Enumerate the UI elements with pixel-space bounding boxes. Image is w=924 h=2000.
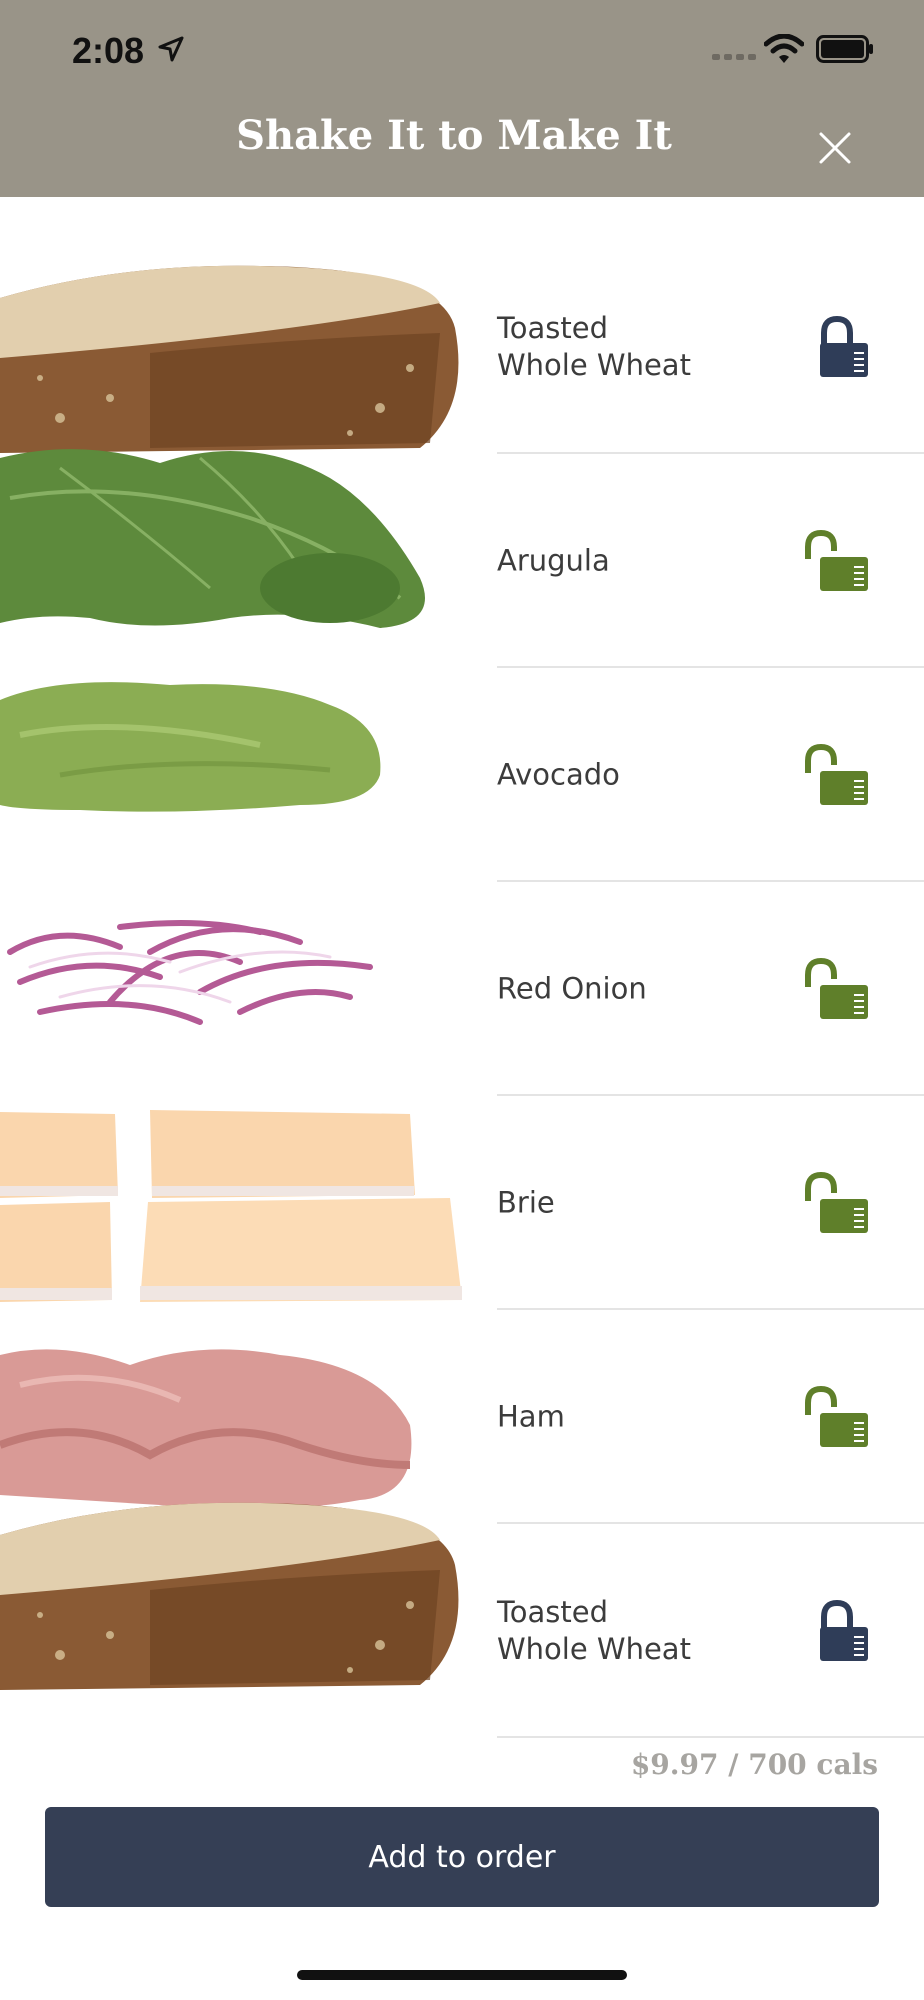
location-arrow-icon (158, 36, 184, 62)
ingredient-label: Brie (497, 1185, 555, 1220)
ingredient-label: Toasted Whole Wheat (497, 311, 691, 382)
ingredient-label: Arugula (497, 543, 610, 578)
unlocked-lock-icon[interactable] (800, 529, 874, 593)
home-indicator[interactable] (297, 1970, 627, 1980)
page-title: Shake It to Make It (236, 112, 672, 159)
status-time: 2:08 (72, 30, 145, 71)
unlocked-lock-icon[interactable] (800, 1171, 874, 1235)
row-divider (497, 1736, 924, 1738)
unlocked-lock-icon[interactable] (800, 957, 874, 1021)
unlocked-lock-icon[interactable] (800, 1385, 874, 1449)
ingredient-label: Ham (497, 1399, 565, 1434)
add-to-order-button[interactable]: Add to order (45, 1807, 879, 1907)
unlocked-lock-icon[interactable] (800, 743, 874, 807)
ingredient-label: Avocado (497, 757, 620, 792)
header-bar: 2:08 Shake It to Make It (0, 0, 924, 197)
price-calories: $9.97 / 700 cals (630, 1748, 878, 1781)
locked-lock-icon[interactable] (800, 315, 874, 379)
ingredient-row[interactable]: Avocado (0, 668, 924, 882)
battery-icon (816, 35, 873, 63)
wifi-icon (764, 34, 804, 63)
close-icon[interactable] (815, 128, 855, 168)
ingredient-label: Red Onion (497, 971, 647, 1006)
ingredient-row[interactable]: Brie (0, 1096, 924, 1310)
ingredient-row[interactable]: Ham (0, 1310, 924, 1524)
ingredient-label: Toasted Whole Wheat (497, 1595, 691, 1666)
ingredient-row[interactable]: Red Onion (0, 882, 924, 1096)
cellular-signal-icon (712, 54, 756, 60)
locked-lock-icon[interactable] (800, 1599, 874, 1663)
ingredient-row[interactable]: Toasted Whole Wheat (0, 240, 924, 454)
ingredient-row[interactable]: Toasted Whole Wheat (0, 1524, 924, 1738)
ingredient-row[interactable]: Arugula (0, 454, 924, 668)
